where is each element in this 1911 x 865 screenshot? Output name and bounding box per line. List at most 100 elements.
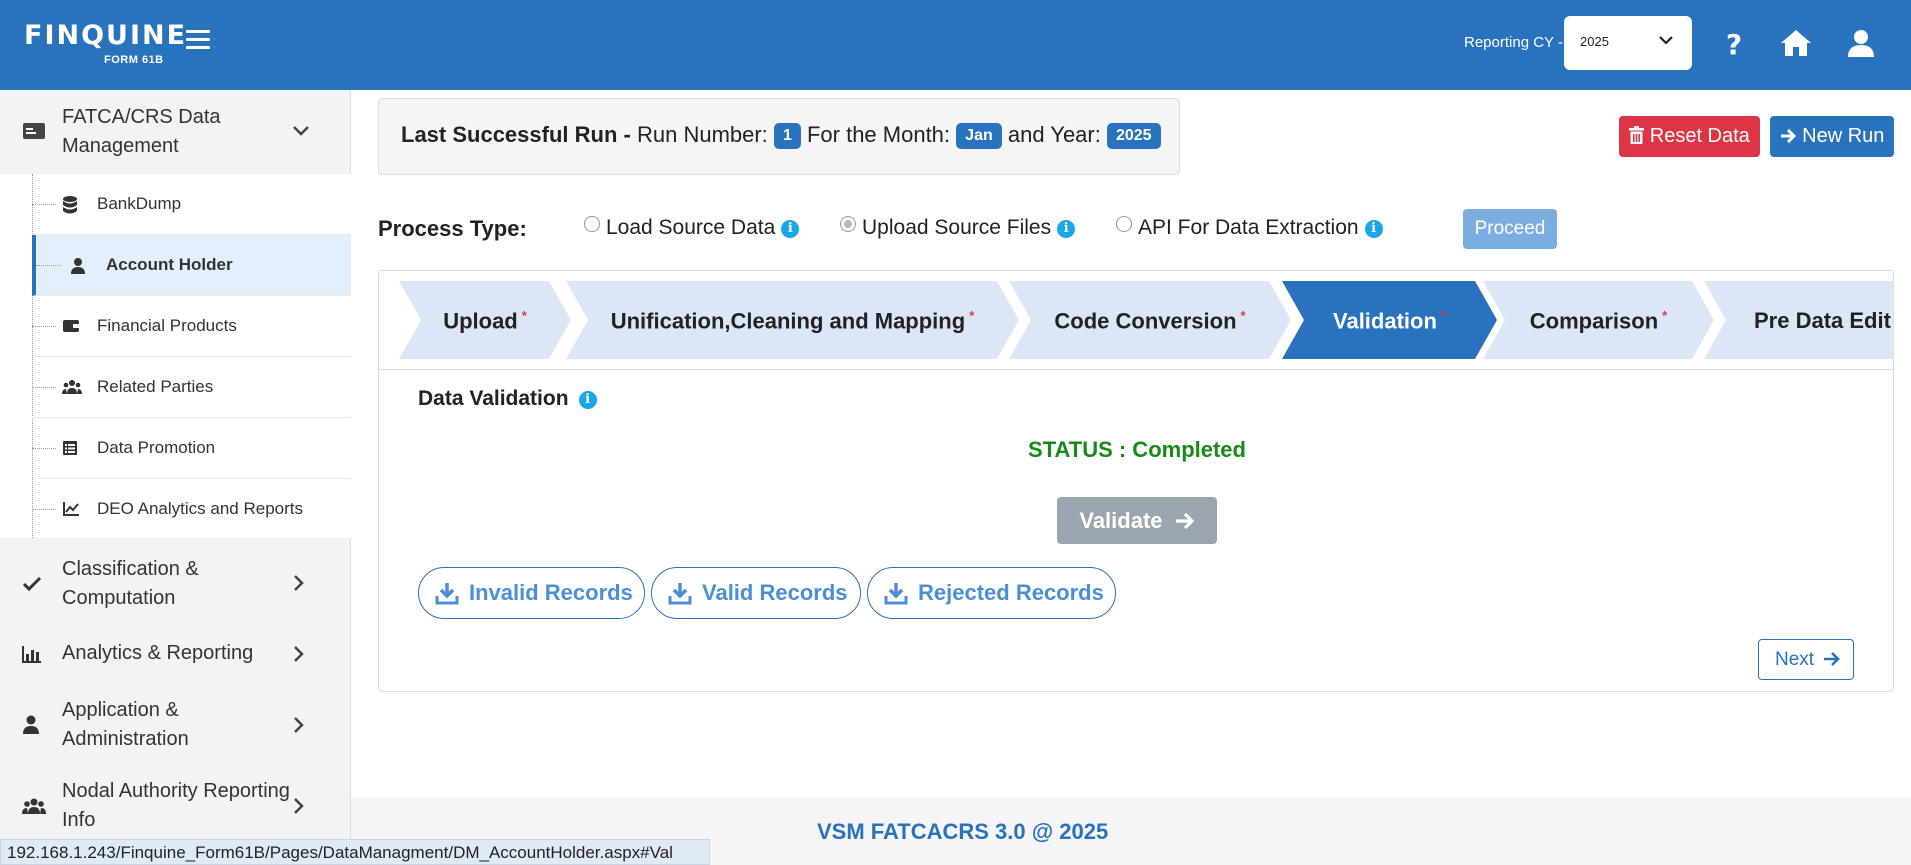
sidebar-item-analytics[interactable]: Analytics & Reporting: [0, 623, 351, 685]
user-icon: [23, 715, 39, 734]
step-label: Validation: [1333, 308, 1437, 334]
radio-circle-checked: [840, 216, 856, 232]
download-label: Invalid Records: [469, 580, 633, 605]
download-icon: [884, 583, 908, 605]
sidebar-submenu: BankDump Account Holder Financial Produc…: [0, 174, 351, 538]
wizard-steps: Upload * Unification,Cleaning and Mapping…: [379, 271, 1894, 370]
sidebar: FATCA/CRS Data Management BankDump Accou…: [0, 90, 351, 865]
validate-button[interactable]: Validate: [1057, 497, 1217, 544]
step-label: Upload: [443, 308, 518, 334]
submenu-item-label: Financial Products: [97, 316, 237, 335]
sidebar-item-label: Application &: [62, 699, 179, 721]
arrow-right-icon: [1780, 128, 1796, 144]
sidebar-item-application-admin[interactable]: Application & Administration: [0, 685, 351, 765]
submenu-item-data-promotion[interactable]: Data Promotion: [32, 418, 351, 479]
next-label: Next: [1775, 649, 1815, 670]
reset-data-button[interactable]: Reset Data: [1619, 116, 1760, 157]
submenu-item-label: DEO Analytics and Reports: [97, 499, 303, 518]
arrow-right-icon: [1824, 652, 1840, 666]
menu-toggle-icon[interactable]: [186, 30, 210, 50]
sidebar-item-label: Analytics & Reporting: [62, 642, 254, 664]
reporting-year-label: Reporting CY -: [1464, 34, 1563, 51]
step-comparison[interactable]: Comparison *: [1483, 281, 1714, 359]
reporting-year-value: 2025: [1580, 34, 1609, 49]
card-icon: [23, 123, 45, 139]
chevron-right-icon: [294, 575, 304, 591]
list-icon: [63, 441, 77, 455]
step-unification[interactable]: Unification,Cleaning and Mapping *: [566, 281, 1019, 359]
browser-status-url: 192.168.1.243/Finquine_Form61B/Pages/Dat…: [0, 839, 710, 865]
step-validation[interactable]: Validation *: [1282, 281, 1497, 359]
bar-chart-icon: [22, 646, 41, 663]
step-label: Comparison: [1529, 308, 1659, 334]
line-chart-icon: [63, 502, 79, 516]
radio-load-source-data[interactable]: Load Source Data i: [584, 216, 800, 240]
validate-label: Validate: [1079, 508, 1163, 533]
help-icon[interactable]: ?: [1717, 26, 1751, 60]
sidebar-item-label-line2: Info: [62, 809, 96, 831]
chevron-right-icon: [294, 646, 304, 662]
last-run-prefix: Last Successful Run -: [401, 122, 631, 147]
new-run-label: New Run: [1802, 125, 1885, 147]
info-icon[interactable]: i: [1057, 220, 1076, 238]
run-number-label: Run Number:: [636, 122, 768, 147]
step-upload[interactable]: Upload *: [399, 281, 571, 359]
submenu-item-label: Data Promotion: [97, 438, 216, 457]
reset-data-label: Reset Data: [1649, 125, 1750, 147]
submenu-item-bankdump[interactable]: BankDump: [32, 174, 351, 235]
chevron-right-icon: [294, 717, 304, 733]
download-label: Valid Records: [702, 580, 848, 605]
radio-api-data-extraction[interactable]: API For Data Extraction i: [1116, 216, 1383, 240]
invalid-records-button[interactable]: Invalid Records: [418, 567, 645, 619]
process-type-label: Process Type:: [378, 216, 527, 241]
arrow-right-icon: [1175, 512, 1194, 530]
radio-label: API For Data Extraction: [1138, 216, 1359, 239]
account-user-icon: [71, 258, 85, 274]
process-panel: Upload * Unification,Cleaning and Mapping…: [378, 270, 1894, 692]
download-icon: [668, 583, 692, 605]
valid-records-button[interactable]: Valid Records: [651, 567, 861, 619]
top-navbar: FINQUINE FORM 61B Reporting CY - 2025 ?: [0, 0, 1911, 90]
info-icon[interactable]: i: [781, 220, 800, 238]
sidebar-item-label: Nodal Authority Reporting: [62, 780, 290, 802]
submenu-item-related-parties[interactable]: Related Parties: [32, 357, 351, 418]
submenu-item-account-holder[interactable]: Account Holder: [32, 235, 351, 296]
trash-icon: [1629, 126, 1645, 144]
month-label: For the Month:: [806, 122, 951, 147]
submenu-item-financial-products[interactable]: Financial Products: [32, 296, 351, 357]
people-icon: [62, 380, 82, 394]
download-icon: [435, 583, 459, 605]
user-profile-icon[interactable]: [1844, 26, 1878, 60]
radio-upload-source-files[interactable]: Upload Source Files i: [840, 216, 1076, 240]
svg-text:?: ?: [1726, 28, 1742, 60]
main-content: Last Successful Run - Run Number: 1 For …: [351, 90, 1911, 865]
new-run-button[interactable]: New Run: [1770, 116, 1894, 157]
year-label: and Year:: [1007, 122, 1101, 147]
next-button[interactable]: Next: [1758, 639, 1854, 680]
radio-label: Load Source Data: [606, 216, 776, 239]
submenu-item-label: Account Holder: [106, 255, 233, 274]
reporting-year-select[interactable]: 2025: [1564, 16, 1692, 70]
app-logo[interactable]: FINQUINE FORM 61B: [24, 20, 188, 66]
validation-status: STATUS : Completed: [1028, 437, 1246, 462]
rejected-records-button[interactable]: Rejected Records: [867, 567, 1116, 619]
sidebar-item-classification[interactable]: Classification & Computation: [0, 545, 351, 623]
sidebar-item-fatca-crs[interactable]: FATCA/CRS Data Management: [0, 90, 351, 174]
chevron-down-icon: [1659, 36, 1673, 45]
sidebar-item-nodal-authority[interactable]: Nodal Authority Reporting Info: [0, 765, 351, 847]
home-icon[interactable]: [1779, 26, 1813, 60]
step-label: Unification,Cleaning and Mapping: [610, 308, 966, 334]
logo-subtitle: FORM 61B: [104, 54, 164, 66]
submenu-item-deo-analytics[interactable]: DEO Analytics and Reports: [32, 479, 351, 540]
radio-label: Upload Source Files: [862, 216, 1052, 239]
radio-circle: [1116, 216, 1132, 232]
logo-text: FINQUINE: [24, 20, 188, 51]
info-icon[interactable]: i: [578, 391, 597, 409]
proceed-button[interactable]: Proceed: [1463, 209, 1557, 249]
chevron-down-icon: [293, 126, 309, 136]
run-number-badge: 1: [773, 123, 801, 149]
step-pre-data-edit[interactable]: Pre Data Edit: [1704, 281, 1894, 359]
step-code-conversion[interactable]: Code Conversion *: [1009, 281, 1291, 359]
info-icon[interactable]: i: [1364, 220, 1383, 238]
users-icon: [22, 798, 46, 814]
